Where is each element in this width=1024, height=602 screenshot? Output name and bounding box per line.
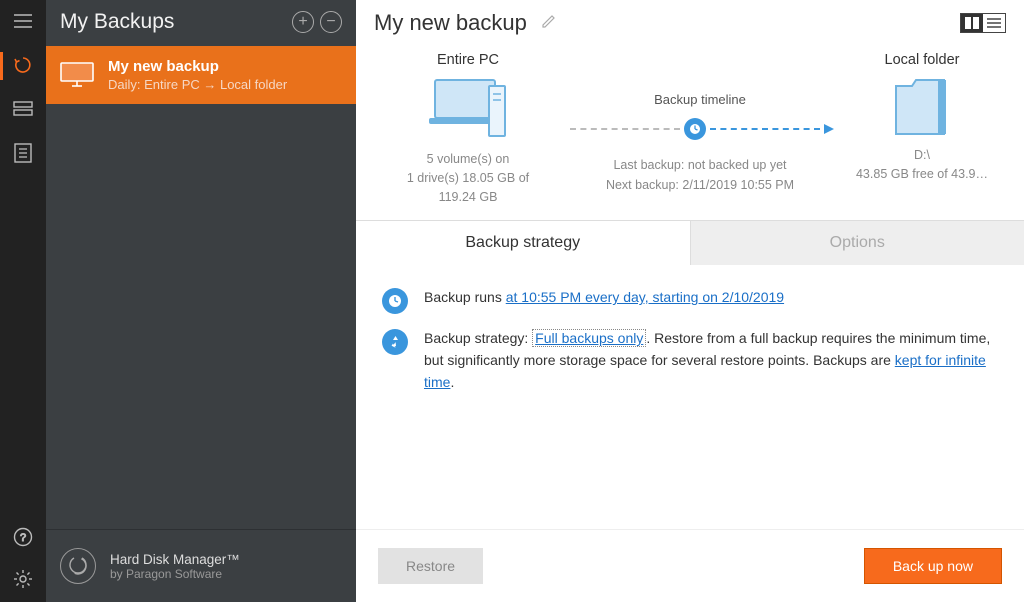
tab-backup-strategy[interactable]: Backup strategy: [356, 221, 690, 265]
remove-backup-button[interactable]: −: [320, 11, 342, 33]
schedule-link[interactable]: at 10:55 PM every day, starting on 2/10/…: [506, 289, 784, 305]
backup-item-title: My new backup: [108, 58, 287, 75]
add-backup-button[interactable]: +: [292, 11, 314, 33]
svg-text:?: ?: [20, 532, 26, 544]
clock-icon: [684, 118, 706, 140]
settings-icon[interactable]: [12, 568, 34, 590]
timeline-line: [566, 117, 834, 141]
timeline-details: Last backup: not backed up yet Next back…: [606, 155, 794, 195]
help-icon[interactable]: ?: [12, 526, 34, 548]
schedule-row: Backup runs at 10:55 PM every day, start…: [382, 287, 998, 314]
tabs: Backup strategy Options: [356, 220, 1024, 265]
strategy-content: Backup runs at 10:55 PM every day, start…: [356, 265, 1024, 429]
icon-rail: ?: [0, 0, 46, 602]
source-column[interactable]: Entire PC 5 volume(s) on 1 drive(s) 18.0…: [378, 52, 558, 206]
strategy-text: Backup strategy: Full backups only. Rest…: [424, 328, 994, 393]
view-toggle: [960, 13, 1006, 33]
sidebar-title: My Backups: [60, 10, 286, 34]
product-vendor: by Paragon Software: [110, 567, 240, 581]
menu-icon[interactable]: [12, 10, 34, 32]
bottom-bar: Restore Back up now: [356, 529, 1024, 602]
source-detail: 5 volume(s) on 1 drive(s) 18.05 GB of 11…: [407, 150, 529, 206]
timeline-label: Backup timeline: [654, 92, 746, 107]
timeline-area: Entire PC 5 volume(s) on 1 drive(s) 18.0…: [356, 42, 1024, 220]
destination-label: Local folder: [885, 52, 960, 68]
computer-icon: [429, 76, 507, 142]
source-label: Entire PC: [437, 52, 499, 68]
edit-title-icon[interactable]: [541, 13, 557, 34]
sidebar-footer: Hard Disk Manager™ by Paragon Software: [46, 529, 356, 602]
monitor-icon: [60, 62, 94, 88]
destination-column[interactable]: Local folder D:\ 43.85 GB free of 43.9…: [842, 52, 1002, 206]
drives-icon[interactable]: [12, 98, 34, 120]
page-title: My new backup: [374, 10, 527, 36]
backup-now-button[interactable]: Back up now: [864, 548, 1002, 584]
active-indicator: [0, 52, 3, 80]
sidebar: My Backups + − My new backup Daily: Enti…: [46, 0, 356, 602]
list-view-button[interactable]: [983, 14, 1005, 32]
product-name: Hard Disk Manager™: [110, 552, 240, 567]
tab-options[interactable]: Options: [690, 221, 1024, 265]
destination-detail: D:\ 43.85 GB free of 43.9…: [856, 146, 988, 184]
backups-icon[interactable]: [12, 54, 34, 76]
main-panel: My new backup Entire PC 5 volume(s): [356, 0, 1024, 602]
folder-icon: [894, 76, 950, 138]
schedule-text: Backup runs at 10:55 PM every day, start…: [424, 287, 784, 309]
product-logo-icon: [60, 548, 96, 584]
card-view-button[interactable]: [961, 14, 983, 32]
main-header: My new backup: [356, 0, 1024, 42]
reports-icon[interactable]: [12, 142, 34, 164]
schedule-icon: [382, 288, 408, 314]
restore-button[interactable]: Restore: [378, 548, 483, 584]
recycle-icon: [382, 329, 408, 355]
sidebar-header: My Backups + −: [46, 0, 356, 46]
backup-item-subtitle: Daily: Entire PC → Local folder: [108, 77, 287, 92]
timeline-column: Backup timeline Last backup: not backed …: [566, 52, 834, 206]
strategy-type-link[interactable]: Full backups only: [532, 329, 646, 347]
arrow-icon: [824, 124, 834, 134]
strategy-row: Backup strategy: Full backups only. Rest…: [382, 328, 998, 393]
backup-list-item[interactable]: My new backup Daily: Entire PC → Local f…: [46, 46, 356, 104]
